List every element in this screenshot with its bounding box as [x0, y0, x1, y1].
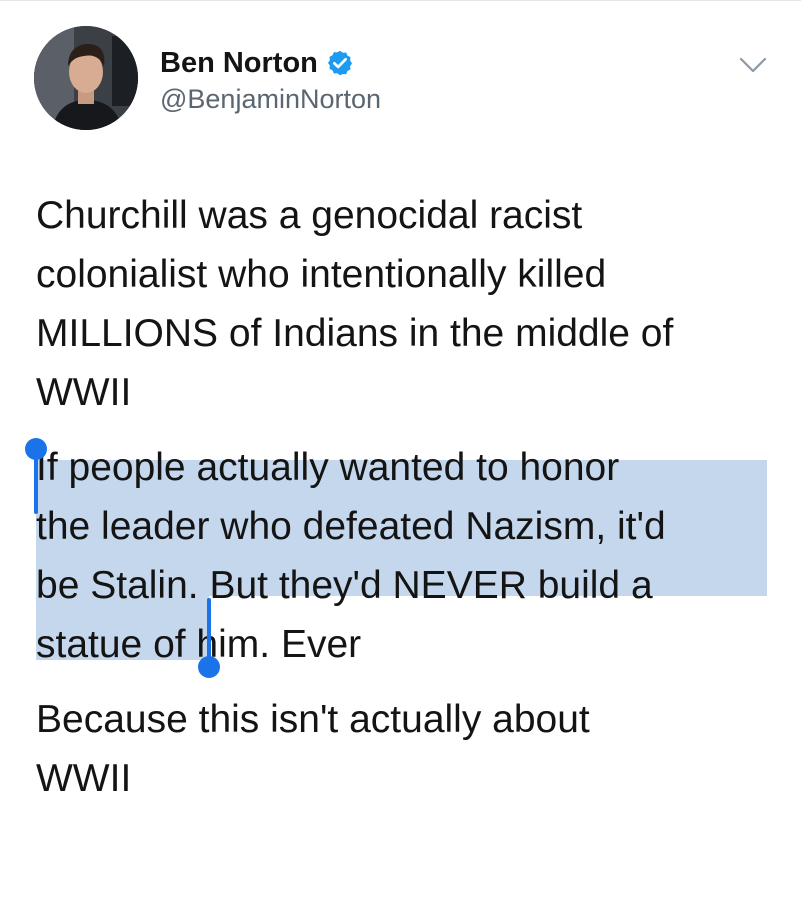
- selection-end-caret[interactable]: [207, 598, 211, 658]
- selected-text[interactable]: be Stalin: [36, 564, 188, 607]
- avatar[interactable]: [34, 26, 138, 130]
- tweet-line: colonialist who intentionally killed: [36, 253, 607, 296]
- tweet-line-partial[interactable]: be Stalin. But they'd NEVER build a: [36, 556, 776, 615]
- tweet-text: Churchill was a genocidal racist colonia…: [36, 186, 776, 808]
- profile-photo: [34, 26, 138, 130]
- tweet-line: MILLIONS of Indians in the middle of: [36, 312, 674, 355]
- selection-start-caret[interactable]: [34, 456, 38, 514]
- author-handle[interactable]: @BenjaminNorton: [160, 84, 381, 115]
- author-name-row: Ben Norton: [160, 46, 354, 80]
- tweet-line: Because this isn't actually about: [36, 698, 590, 741]
- tweet-line: WWII: [36, 371, 132, 414]
- chevron-down-icon[interactable]: [738, 56, 768, 74]
- tweet-line: WWII: [36, 757, 132, 800]
- selection-end-handle-icon[interactable]: [198, 656, 220, 678]
- top-divider: [0, 0, 801, 1]
- unselected-text: . But they'd NEVER build a: [187, 564, 653, 607]
- tweet-line-selected[interactable]: If people actually wanted to honor: [36, 438, 776, 497]
- tweet-line: statue of him. Ever: [36, 623, 362, 666]
- tweet-line: Churchill was a genocidal racist: [36, 194, 583, 237]
- tweet-line-selected[interactable]: the leader who defeated Nazism, it'd: [36, 497, 776, 556]
- author-name[interactable]: Ben Norton: [160, 47, 318, 80]
- verified-badge-icon: [326, 49, 354, 77]
